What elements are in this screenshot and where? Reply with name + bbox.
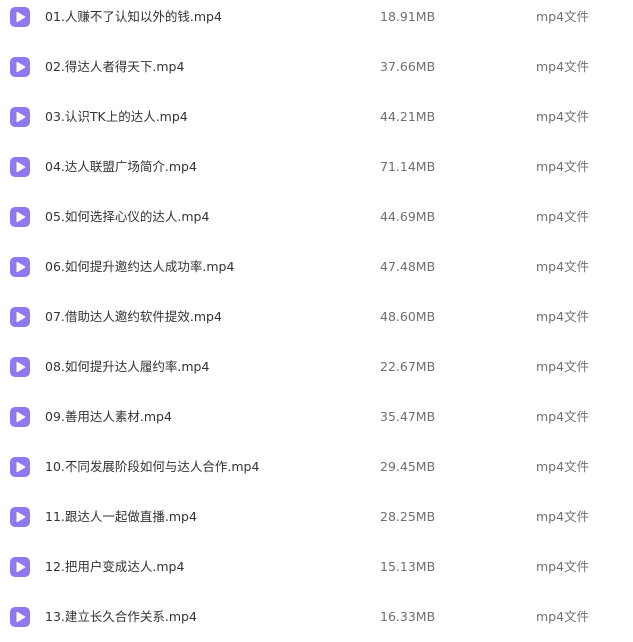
file-type: mp4文件 bbox=[536, 309, 590, 324]
file-name: 11.跟达人一起做直播.mp4 bbox=[45, 509, 197, 524]
file-size: 71.14MB bbox=[380, 159, 436, 174]
file-type: mp4文件 bbox=[536, 259, 590, 274]
file-size: 35.47MB bbox=[380, 409, 436, 424]
video-file-icon bbox=[10, 457, 30, 477]
video-file-icon bbox=[10, 607, 30, 627]
file-name: 04.达人联盟广场简介.mp4 bbox=[45, 159, 197, 174]
file-type: mp4文件 bbox=[536, 209, 590, 224]
file-row[interactable]: 12.把用户变成达人.mp4 15.13MB mp4文件 bbox=[0, 542, 633, 592]
file-size: 47.48MB bbox=[380, 259, 436, 274]
file-name: 07.借助达人邀约软件提效.mp4 bbox=[45, 309, 222, 324]
video-file-icon bbox=[10, 307, 30, 327]
video-file-icon bbox=[10, 207, 30, 227]
file-type: mp4文件 bbox=[536, 459, 590, 474]
file-row[interactable]: 06.如何提升邀约达人成功率.mp4 47.48MB mp4文件 bbox=[0, 242, 633, 292]
file-size: 15.13MB bbox=[380, 559, 436, 574]
file-row[interactable]: 07.借助达人邀约软件提效.mp4 48.60MB mp4文件 bbox=[0, 292, 633, 342]
file-name: 01.人赚不了认知以外的钱.mp4 bbox=[45, 9, 222, 24]
file-row[interactable]: 13.建立长久合作关系.mp4 16.33MB mp4文件 bbox=[0, 592, 633, 642]
file-name: 08.如何提升达人履约率.mp4 bbox=[45, 359, 210, 374]
file-type: mp4文件 bbox=[536, 559, 590, 574]
file-name: 03.认识TK上的达人.mp4 bbox=[45, 109, 188, 124]
file-name: 06.如何提升邀约达人成功率.mp4 bbox=[45, 259, 235, 274]
video-file-icon bbox=[10, 557, 30, 577]
file-name: 10.不同发展阶段如何与达人合作.mp4 bbox=[45, 459, 260, 474]
file-size: 18.91MB bbox=[380, 9, 436, 24]
video-file-icon bbox=[10, 7, 30, 27]
file-size: 44.21MB bbox=[380, 109, 436, 124]
file-row[interactable]: 05.如何选择心仪的达人.mp4 44.69MB mp4文件 bbox=[0, 192, 633, 242]
file-size: 37.66MB bbox=[380, 59, 436, 74]
file-size: 22.67MB bbox=[380, 359, 436, 374]
file-row[interactable]: 03.认识TK上的达人.mp4 44.21MB mp4文件 bbox=[0, 92, 633, 142]
file-type: mp4文件 bbox=[536, 109, 590, 124]
file-size: 29.45MB bbox=[380, 459, 436, 474]
file-row[interactable]: 04.达人联盟广场简介.mp4 71.14MB mp4文件 bbox=[0, 142, 633, 192]
file-type: mp4文件 bbox=[536, 409, 590, 424]
video-file-icon bbox=[10, 107, 30, 127]
file-size: 28.25MB bbox=[380, 509, 436, 524]
file-type: mp4文件 bbox=[536, 509, 590, 524]
file-type: mp4文件 bbox=[536, 59, 590, 74]
file-row[interactable]: 02.得达人者得天下.mp4 37.66MB mp4文件 bbox=[0, 42, 633, 92]
file-row[interactable]: 09.善用达人素材.mp4 35.47MB mp4文件 bbox=[0, 392, 633, 442]
file-type: mp4文件 bbox=[536, 359, 590, 374]
video-file-icon bbox=[10, 257, 30, 277]
file-size: 16.33MB bbox=[380, 609, 436, 624]
file-row[interactable]: 01.人赚不了认知以外的钱.mp4 18.91MB mp4文件 bbox=[0, 0, 633, 42]
video-file-icon bbox=[10, 57, 30, 77]
file-row[interactable]: 11.跟达人一起做直播.mp4 28.25MB mp4文件 bbox=[0, 492, 633, 542]
file-type: mp4文件 bbox=[536, 159, 590, 174]
file-name: 13.建立长久合作关系.mp4 bbox=[45, 609, 197, 624]
file-size: 44.69MB bbox=[380, 209, 436, 224]
file-list: 01.人赚不了认知以外的钱.mp4 18.91MB mp4文件 02.得达人者得天下.… bbox=[0, 0, 633, 639]
file-size: 48.60MB bbox=[380, 309, 436, 324]
file-type: mp4文件 bbox=[536, 609, 590, 624]
file-name: 12.把用户变成达人.mp4 bbox=[45, 559, 185, 574]
file-row[interactable]: 10.不同发展阶段如何与达人合作.mp4 29.45MB mp4文件 bbox=[0, 442, 633, 492]
file-name: 05.如何选择心仪的达人.mp4 bbox=[45, 209, 210, 224]
file-name: 02.得达人者得天下.mp4 bbox=[45, 59, 185, 74]
video-file-icon bbox=[10, 507, 30, 527]
file-name: 09.善用达人素材.mp4 bbox=[45, 409, 172, 424]
video-file-icon bbox=[10, 357, 30, 377]
file-type: mp4文件 bbox=[536, 9, 590, 24]
video-file-icon bbox=[10, 407, 30, 427]
file-row[interactable]: 08.如何提升达人履约率.mp4 22.67MB mp4文件 bbox=[0, 342, 633, 392]
video-file-icon bbox=[10, 157, 30, 177]
